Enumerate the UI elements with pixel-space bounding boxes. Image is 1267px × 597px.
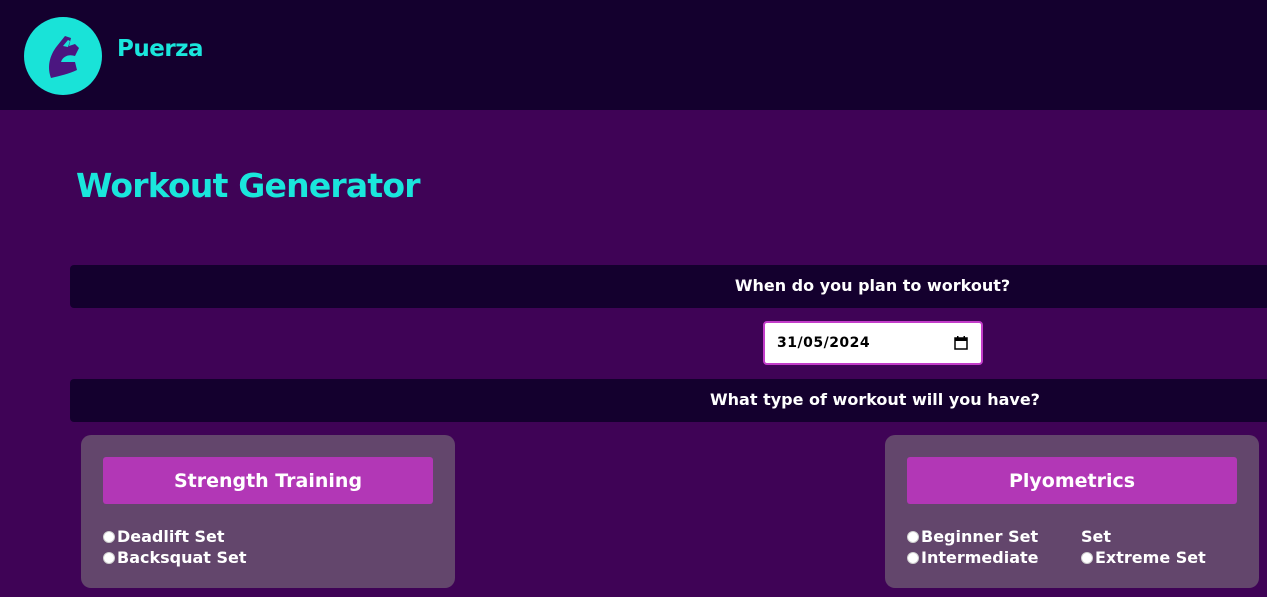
option-backsquat-set[interactable]: Backsquat Set [103,548,247,567]
plyometrics-card: Plyometrics Beginner Set Intermediate Se… [885,435,1259,588]
backsquat-radio[interactable] [103,551,115,564]
page-title: Workout Generator [76,166,420,205]
strength-training-header[interactable]: Strength Training [103,457,433,504]
workout-date-input[interactable]: 31/05/2024 [763,321,983,365]
intermediate-radio[interactable] [907,551,919,564]
strength-training-card: Strength Training Deadlift Set Backsquat… [81,435,455,588]
option-beginner-set[interactable]: Beginner Set [907,527,1038,546]
date-value: 31/05/2024 [777,335,871,351]
option-deadlift-set[interactable]: Deadlift Set [103,527,225,546]
calendar-icon[interactable] [954,336,968,350]
brand-name[interactable]: Puerza [117,36,204,62]
option-label: Extreme Set [1095,548,1206,567]
logo[interactable] [24,17,102,95]
type-question-bar: What type of workout will you have? [70,379,1267,422]
plyometrics-header[interactable]: Plyometrics [907,457,1237,504]
date-question-bar: When do you plan to workout? [70,265,1267,308]
option-label: Intermediate [921,548,1039,567]
extreme-radio[interactable] [1081,551,1093,564]
flexed-arm-icon [49,36,79,78]
date-question-label: When do you plan to workout? [734,276,1011,295]
deadlift-radio[interactable] [103,530,115,543]
option-extreme-set[interactable]: Extreme Set [1081,548,1206,567]
option-label: Beginner Set [921,527,1039,546]
top-header: Puerza [0,0,1267,110]
option-label: Deadlift Set [117,527,225,546]
option-intermediate-set[interactable]: Intermediate [907,548,1039,567]
option-label: Backsquat Set [117,548,247,567]
type-question-label: What type of workout will you have? [710,390,1040,409]
intermediate-set-label-continued: Set [1081,527,1112,546]
beginner-radio[interactable] [907,530,919,543]
